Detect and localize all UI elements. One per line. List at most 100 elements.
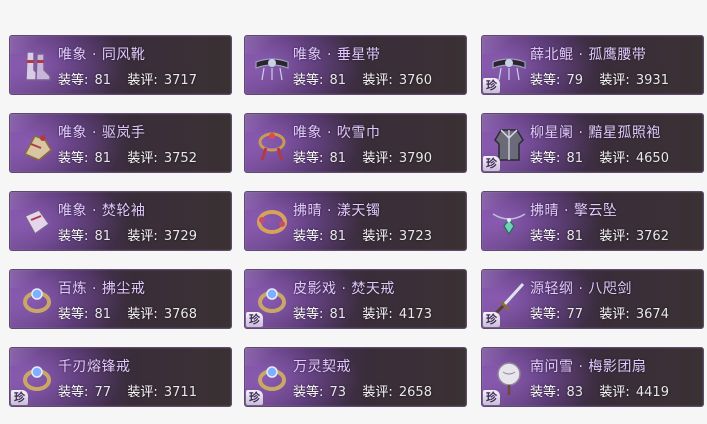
score-value: 3717: [163, 73, 197, 88]
equipment-stats: 装等: 81 装评: 3752: [58, 147, 197, 166]
level-value: 81: [566, 229, 584, 244]
equipment-card[interactable]: 唯象 · 吹雪巾 装等: 81 装评: 3790: [244, 113, 467, 173]
score-label: 装评:: [599, 307, 630, 322]
equipment-stats: 装等: 83 装评: 4419: [530, 381, 669, 400]
score-label: 装评:: [127, 307, 158, 322]
pendant-icon: [487, 198, 531, 246]
score-label: 装评:: [362, 229, 393, 244]
rare-badge: 珍: [246, 390, 263, 405]
equipment-stats: 装等: 81 装评: 3762: [530, 225, 669, 244]
equipment-card[interactable]: 皮影戏 · 焚天戒 装等: 81 装评: 4173 珍: [244, 269, 467, 329]
level-value: 81: [94, 73, 112, 88]
level-label: 装等:: [293, 385, 324, 400]
level-value: 81: [94, 229, 112, 244]
equipment-stats: 装等: 81 装评: 3790: [293, 147, 432, 166]
level-value: 81: [94, 307, 112, 322]
equipment-card[interactable]: 万灵契戒 装等: 73 装评: 2658 珍: [244, 347, 467, 407]
bracer-icon: [15, 198, 59, 246]
equipment-stats: 装等: 73 装评: 2658: [293, 381, 432, 400]
ring-icon: [15, 276, 59, 324]
equipment-card[interactable]: 唯象 · 同风靴 装等: 81 装评: 3717: [9, 35, 232, 95]
rare-badge: 珍: [483, 390, 500, 405]
headband-icon: [250, 120, 294, 168]
equipment-card[interactable]: 千刃熔锋戒 装等: 77 装评: 3711 珍: [9, 347, 232, 407]
equipment-name: 源轻纲 · 八咫剑: [530, 281, 632, 297]
equipment-stats: 装等: 81 装评: 4173: [293, 303, 432, 322]
level-label: 装等:: [530, 307, 561, 322]
equipment-card[interactable]: 百炼 · 拂尘戒 装等: 81 装评: 3768: [9, 269, 232, 329]
score-label: 装评:: [362, 151, 393, 166]
level-label: 装等:: [293, 307, 324, 322]
score-label: 装评:: [599, 385, 630, 400]
rare-badge: 珍: [483, 312, 500, 327]
level-value: 77: [566, 307, 584, 322]
equipment-card[interactable]: 薛北鲲 · 孤鹰腰带 装等: 79 装评: 3931 珍: [481, 35, 704, 95]
level-value: 81: [329, 229, 347, 244]
equipment-card[interactable]: 唯象 · 焚轮袖 装等: 81 装评: 3729: [9, 191, 232, 251]
rare-badge: 珍: [483, 156, 500, 171]
equipment-name: 千刃熔锋戒: [58, 359, 131, 375]
equipment-card[interactable]: 拂晴 · 漾天镯 装等: 81 装评: 3723: [244, 191, 467, 251]
equipment-name: 拂晴 · 擎云坠: [530, 203, 618, 219]
score-label: 装评:: [362, 307, 393, 322]
equipment-stats: 装等: 81 装评: 3768: [58, 303, 197, 322]
equipment-name: 唯象 · 同风靴: [58, 47, 146, 63]
level-label: 装等:: [58, 229, 89, 244]
score-value: 2658: [398, 385, 432, 400]
equipment-card[interactable]: 南问雪 · 梅影团扇 装等: 83 装评: 4419 珍: [481, 347, 704, 407]
score-label: 装评:: [127, 151, 158, 166]
equipment-stats: 装等: 81 装评: 3717: [58, 69, 197, 88]
level-label: 装等:: [293, 229, 324, 244]
level-value: 83: [566, 385, 584, 400]
equipment-name: 南问雪 · 梅影团扇: [530, 359, 647, 375]
equipment-name: 唯象 · 垂星带: [293, 47, 381, 63]
score-value: 3760: [398, 73, 432, 88]
score-label: 装评:: [599, 151, 630, 166]
level-label: 装等:: [58, 385, 89, 400]
equipment-card[interactable]: 唯象 · 垂星带 装等: 81 装评: 3760: [244, 35, 467, 95]
score-value: 3790: [398, 151, 432, 166]
equipment-stats: 装等: 81 装评: 3760: [293, 69, 432, 88]
level-value: 81: [94, 151, 112, 166]
equipment-stats: 装等: 81 装评: 3723: [293, 225, 432, 244]
equipment-card[interactable]: 拂晴 · 擎云坠 装等: 81 装评: 3762: [481, 191, 704, 251]
score-value: 3729: [163, 229, 197, 244]
level-label: 装等:: [530, 73, 561, 88]
equipment-card[interactable]: 唯象 · 驱岚手 装等: 81 装评: 3752: [9, 113, 232, 173]
score-label: 装评:: [599, 229, 630, 244]
equipment-stats: 装等: 77 装评: 3674: [530, 303, 669, 322]
equipment-name: 皮影戏 · 焚天戒: [293, 281, 395, 297]
score-value: 3711: [163, 385, 197, 400]
equipment-card[interactable]: 柳星阑 · 黯星孤照袍 装等: 81 装评: 4650 珍: [481, 113, 704, 173]
level-label: 装等:: [293, 73, 324, 88]
score-value: 4173: [398, 307, 432, 322]
equipment-card[interactable]: 源轻纲 · 八咫剑 装等: 77 装评: 3674 珍: [481, 269, 704, 329]
rare-badge: 珍: [483, 78, 500, 93]
level-label: 装等:: [58, 73, 89, 88]
score-label: 装评:: [127, 385, 158, 400]
level-label: 装等:: [58, 151, 89, 166]
score-value: 3752: [163, 151, 197, 166]
score-value: 3762: [635, 229, 669, 244]
level-label: 装等:: [293, 151, 324, 166]
level-value: 81: [329, 73, 347, 88]
score-label: 装评:: [599, 73, 630, 88]
boots-icon: [15, 42, 59, 90]
level-label: 装等:: [530, 229, 561, 244]
equipment-stats: 装等: 81 装评: 3729: [58, 225, 197, 244]
score-value: 4419: [635, 385, 669, 400]
score-value: 3674: [635, 307, 669, 322]
equipment-name: 万灵契戒: [293, 359, 351, 375]
score-value: 3931: [635, 73, 669, 88]
score-value: 3768: [163, 307, 197, 322]
level-value: 79: [566, 73, 584, 88]
score-label: 装评:: [127, 229, 158, 244]
equipment-stats: 装等: 77 装评: 3711: [58, 381, 197, 400]
equipment-name: 柳星阑 · 黯星孤照袍: [530, 125, 661, 141]
score-label: 装评:: [362, 73, 393, 88]
level-value: 81: [329, 307, 347, 322]
score-value: 3723: [398, 229, 432, 244]
equipment-name: 薛北鲲 · 孤鹰腰带: [530, 47, 647, 63]
equipment-name: 拂晴 · 漾天镯: [293, 203, 381, 219]
level-value: 77: [94, 385, 112, 400]
